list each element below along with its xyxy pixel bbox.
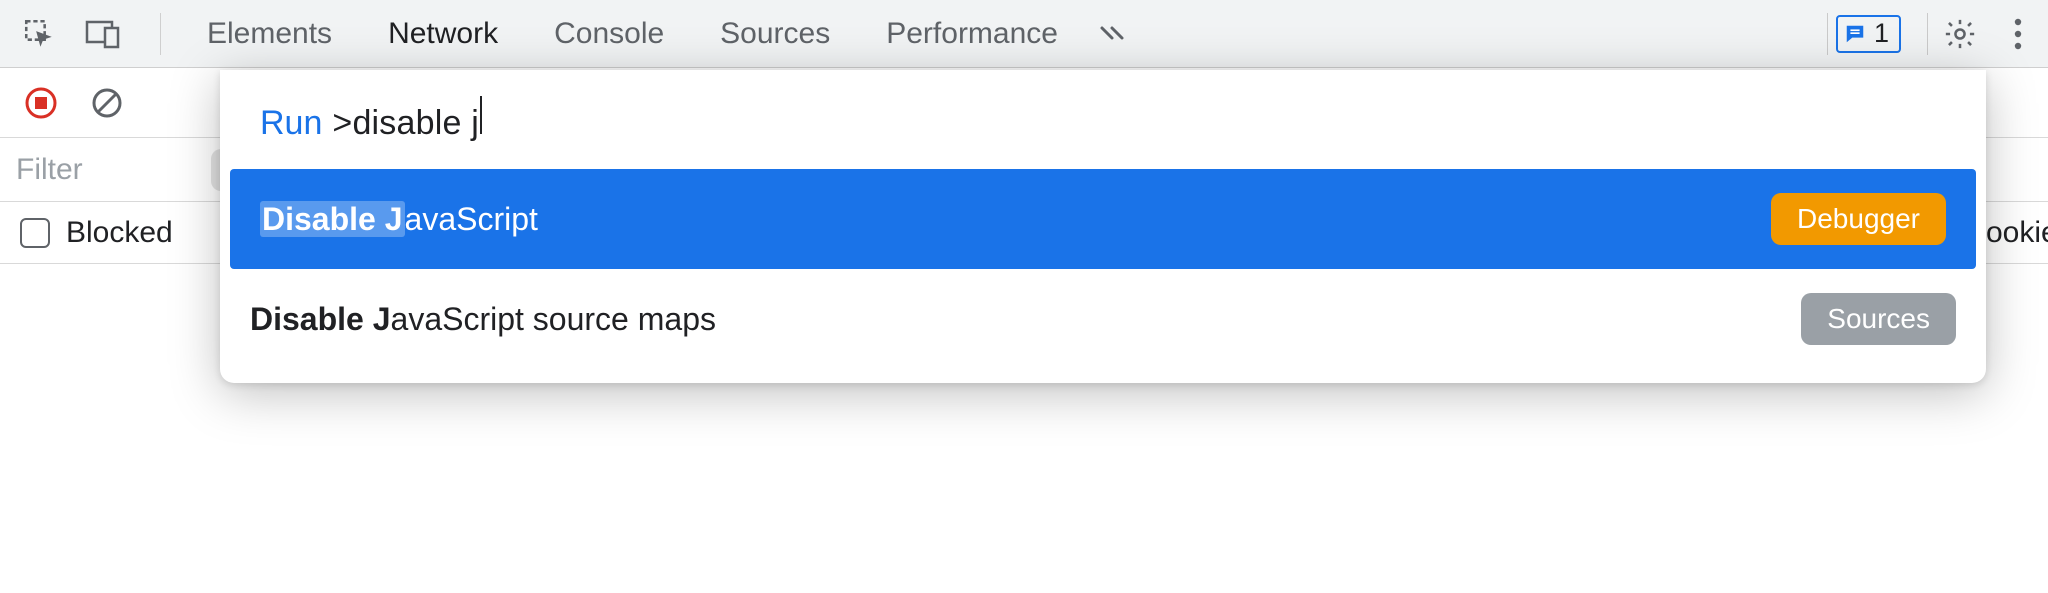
blocked-checkbox[interactable] — [20, 218, 50, 248]
text-caret — [480, 96, 482, 134]
divider — [1827, 13, 1828, 55]
command-input[interactable]: Run > disable j — [220, 70, 1986, 169]
command-category-badge: Debugger — [1771, 193, 1946, 245]
tab-sources[interactable]: Sources — [692, 0, 858, 68]
match-highlight: Disable J — [260, 201, 405, 237]
tab-network[interactable]: Network — [360, 0, 526, 68]
more-tabs-icon[interactable] — [1086, 0, 1154, 68]
command-palette: Run > disable j Disable JavaScript Debug… — [220, 70, 1986, 383]
device-toolbar-icon[interactable] — [78, 9, 128, 59]
command-category-badge: Sources — [1801, 293, 1956, 345]
divider — [160, 13, 161, 55]
command-label-rest: avaScript source maps — [391, 301, 716, 337]
record-button[interactable] — [18, 80, 64, 126]
query-symbol: > — [332, 104, 352, 143]
issues-count: 1 — [1874, 18, 1889, 49]
issues-badge[interactable]: 1 — [1836, 15, 1901, 53]
settings-icon[interactable] — [1936, 10, 1984, 58]
query-text: disable j — [352, 104, 479, 143]
command-label-rest: avaScript — [405, 201, 538, 237]
filter-input[interactable]: Filter — [16, 153, 211, 187]
divider — [1927, 13, 1928, 55]
match-highlight: Disable J — [250, 301, 391, 337]
inspect-icon[interactable] — [14, 9, 64, 59]
tab-performance[interactable]: Performance — [858, 0, 1086, 68]
clear-icon[interactable] — [84, 80, 130, 126]
blocked-label: Blocked — [66, 216, 173, 250]
kebab-menu-icon[interactable] — [1994, 10, 2042, 58]
truncated-text: ookie — [1986, 216, 2048, 250]
tab-console[interactable]: Console — [526, 0, 692, 68]
command-item-disable-js-sourcemaps[interactable]: Disable JavaScript source maps Sources — [220, 269, 1986, 369]
devtools-tabbar: Elements Network Console Sources Perform… — [0, 0, 2048, 68]
run-prefix: Run — [260, 104, 322, 143]
tab-elements[interactable]: Elements — [179, 0, 360, 68]
command-item-disable-javascript[interactable]: Disable JavaScript Debugger — [230, 169, 1976, 269]
message-icon — [1844, 23, 1866, 45]
